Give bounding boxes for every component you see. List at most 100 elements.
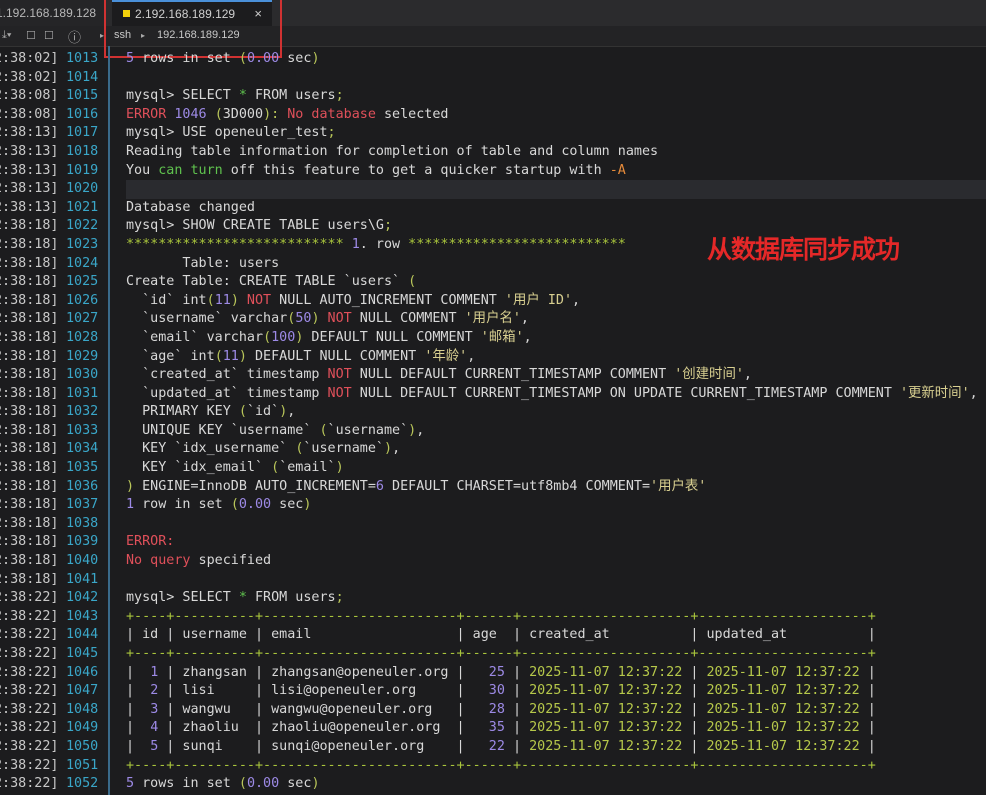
- terminal-text: sec: [279, 51, 312, 66]
- line-number: 1049: [66, 720, 99, 736]
- tab-session-1[interactable]: 1.192.168.189.128: [0, 0, 104, 26]
- terminal-line: You can turn off this feature to get a q…: [126, 162, 986, 181]
- close-tab-icon[interactable]: ×: [254, 2, 262, 26]
- terminal-text: No database: [287, 106, 376, 122]
- line-number: 1019: [66, 162, 99, 178]
- terminal-text: 2025-11-07 12:37:22: [706, 738, 860, 754]
- timestamp: 2:38:22]: [0, 646, 59, 661]
- timestamp: 2:38:22]: [0, 701, 59, 717]
- terminal-text: |: [859, 720, 876, 736]
- line-number: 1042: [66, 590, 99, 606]
- terminal-text: |: [504, 701, 530, 717]
- terminal-line: ERROR:: [126, 533, 986, 552]
- terminal-text: ;: [335, 590, 344, 606]
- terminal-text: 0.00: [246, 776, 280, 792]
- session-status-icon: [123, 10, 130, 17]
- terminal-text: | wangwu | wangwu@openeuler.org |: [158, 701, 489, 717]
- gutter-line: 2:38:22] 1049: [0, 719, 108, 738]
- terminal-text: |: [682, 664, 707, 680]
- timestamp: 2:38:18]: [0, 404, 59, 420]
- gutter-line: 2:38:18] 1033: [0, 422, 108, 441]
- line-number: 1018: [66, 143, 99, 159]
- terminal-text: 2025-11-07 12:37:22: [529, 664, 683, 680]
- terminal-text: ***************************: [408, 236, 626, 252]
- terminal-text: NOT: [327, 385, 352, 401]
- terminal-text: ENGINE=InnoDB AUTO_INCREMENT=: [134, 478, 376, 494]
- new-window-icon[interactable]: ☐: [26, 29, 36, 42]
- gutter-line: 2:38:18] 1023: [0, 236, 108, 255]
- line-number: 1051: [66, 757, 99, 773]
- gutter-line: 2:38:22] 1048: [0, 701, 108, 720]
- gutter-line: 2:38:18] 1035: [0, 459, 108, 478]
- terminal-text: -A: [609, 162, 626, 178]
- terminal-line: | 2 | lisi | lisi@openeuler.org | 30 | 2…: [126, 682, 986, 701]
- terminal-text: KEY `idx_username`: [126, 441, 296, 457]
- terminal-text: (: [238, 51, 247, 66]
- terminal-text: 1: [343, 236, 360, 252]
- line-number: 1034: [66, 441, 99, 457]
- gutter-line: 2:38:18] 1025: [0, 273, 108, 292]
- gutter-line: 2:38:18] 1034: [0, 440, 108, 459]
- timestamp: 2:38:18]: [0, 515, 59, 531]
- line-number: 1048: [66, 701, 99, 717]
- terminal-text: `id`: [246, 404, 280, 420]
- terminal-text: ERROR:: [126, 534, 175, 550]
- terminal-text: ,: [467, 348, 476, 364]
- terminal-text: |: [682, 738, 707, 754]
- timestamp: 2:38:18]: [0, 329, 59, 345]
- terminal-text: | sunqi | sunqi@openeuler.org |: [158, 738, 489, 754]
- terminal-text: (: [319, 422, 328, 438]
- gutter-line: 2:38:18] 1029: [0, 348, 108, 367]
- terminal-text: 2025-11-07 12:37:22: [529, 701, 683, 717]
- terminal-text: (: [271, 460, 280, 476]
- line-number: 1014: [66, 69, 99, 85]
- terminal-text: +----+----------+-----------------------…: [126, 646, 876, 661]
- line-number: 1037: [66, 497, 99, 513]
- terminal-text: |: [504, 683, 530, 699]
- copy-window-icon[interactable]: ☐: [44, 29, 54, 42]
- timestamp: 2:38:22]: [0, 683, 59, 699]
- gutter-line: 2:38:18] 1030: [0, 366, 108, 385]
- terminal-text: 2025-11-07 12:37:22: [529, 720, 683, 736]
- line-number: 1045: [66, 646, 99, 661]
- terminal-text: ): [335, 460, 344, 476]
- line-number: 1047: [66, 683, 99, 699]
- line-number: 1025: [66, 274, 99, 290]
- terminal-text: `created_at` timestamp: [126, 367, 328, 383]
- terminal-text: mysql> SHOW CREATE TABLE users\G: [126, 218, 384, 234]
- gutter-line: 2:38:22] 1052: [0, 775, 108, 794]
- gutter-line: 2:38:13] 1017: [0, 124, 108, 143]
- line-number: 1027: [66, 311, 99, 327]
- terminal-text: 11: [222, 348, 239, 364]
- gutter-line: 2:38:22] 1044: [0, 626, 108, 645]
- terminal-text: :: [271, 106, 288, 122]
- terminal-text: sec: [271, 497, 304, 513]
- line-number: 1030: [66, 367, 99, 383]
- gutter-line: 2:38:22] 1050: [0, 738, 108, 757]
- terminal-text: 3D000: [222, 106, 264, 122]
- terminal-text: 50: [295, 311, 312, 327]
- timestamp: 2:38:08]: [0, 106, 59, 122]
- terminal-line: | id | username | email | age | created_…: [126, 626, 986, 645]
- terminal-text: ,: [969, 385, 978, 401]
- terminal-text: |: [504, 664, 530, 680]
- terminal-text: ,: [287, 404, 296, 420]
- terminal-output[interactable]: 5 rows in set (0.00 sec)​mysql> SELECT *…: [126, 50, 986, 794]
- terminal-line: KEY `idx_username` (`username`),: [126, 440, 986, 459]
- split-icon[interactable]: ⤓▾: [2, 29, 11, 42]
- timestamp: 2:38:18]: [0, 255, 59, 271]
- terminal-text: (: [214, 348, 223, 364]
- terminal-text: | zhaoliu | zhaoliu@openeuler.org |: [158, 720, 489, 736]
- gutter-line: 2:38:18] 1040: [0, 552, 108, 571]
- terminal-line: mysql> USE openeuler_test;: [126, 124, 986, 143]
- terminal-text: |: [859, 683, 876, 699]
- terminal-text: NULL DEFAULT CURRENT_TIMESTAMP COMMENT: [351, 367, 675, 383]
- tab-label: 1.192.168.189.128: [0, 6, 97, 20]
- line-number: 1026: [66, 292, 99, 308]
- terminal-text: 35: [488, 720, 505, 736]
- terminal-text: 2025-11-07 12:37:22: [706, 664, 860, 680]
- timestamp: 2:38:18]: [0, 311, 59, 327]
- tab-session-2[interactable]: 2.192.168.189.129 ×: [112, 0, 272, 26]
- info-icon[interactable]: ⓘ: [68, 27, 81, 46]
- terminal-text: 22: [488, 738, 505, 754]
